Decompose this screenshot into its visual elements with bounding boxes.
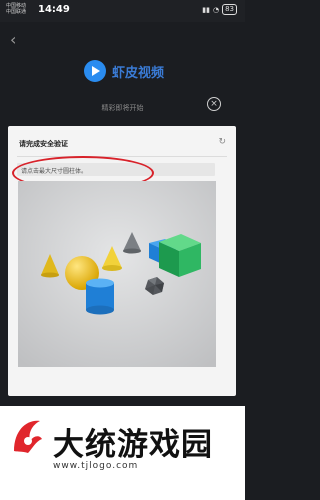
banner-title: 大统游戏园	[53, 427, 213, 463]
close-icon[interactable]: ×	[207, 97, 221, 111]
blue-cylinder[interactable]	[86, 278, 114, 315]
clock: 14:49	[38, 4, 70, 15]
banner-url: www.tjlogo.com	[53, 461, 139, 471]
play-icon	[84, 60, 106, 82]
dialog-title: 请完成安全验证	[19, 140, 68, 148]
refresh-icon[interactable]: ↻	[218, 137, 226, 147]
wifi-icon: ◔	[212, 5, 220, 14]
captcha-image[interactable]	[18, 181, 216, 367]
watermark-banner: 大统游戏园 www.tjlogo.com	[0, 406, 245, 500]
carrier-info: 中国移动 中国联通	[6, 3, 26, 15]
signal-icon: ▮▮	[202, 5, 210, 14]
status-icons: ▮▮ ◔ 83	[202, 4, 237, 15]
security-verification-dialog: 请完成安全验证 ↻ 请点击最大尺寸圆柱体。	[8, 126, 236, 396]
carrier-2: 中国联通	[6, 9, 27, 15]
app-logo: 虾皮视频	[84, 60, 164, 82]
site-logo	[14, 420, 42, 453]
status-bar: 中国移动 中国联通 14:49 ▮▮ ◔ 83	[0, 0, 245, 22]
app-name: 虾皮视频	[112, 65, 165, 81]
battery-icon: 83	[222, 4, 237, 15]
captcha-scene[interactable]	[18, 181, 216, 367]
green-cube[interactable]	[159, 234, 201, 277]
back-icon[interactable]: ‹	[10, 30, 16, 49]
divider	[17, 156, 227, 157]
